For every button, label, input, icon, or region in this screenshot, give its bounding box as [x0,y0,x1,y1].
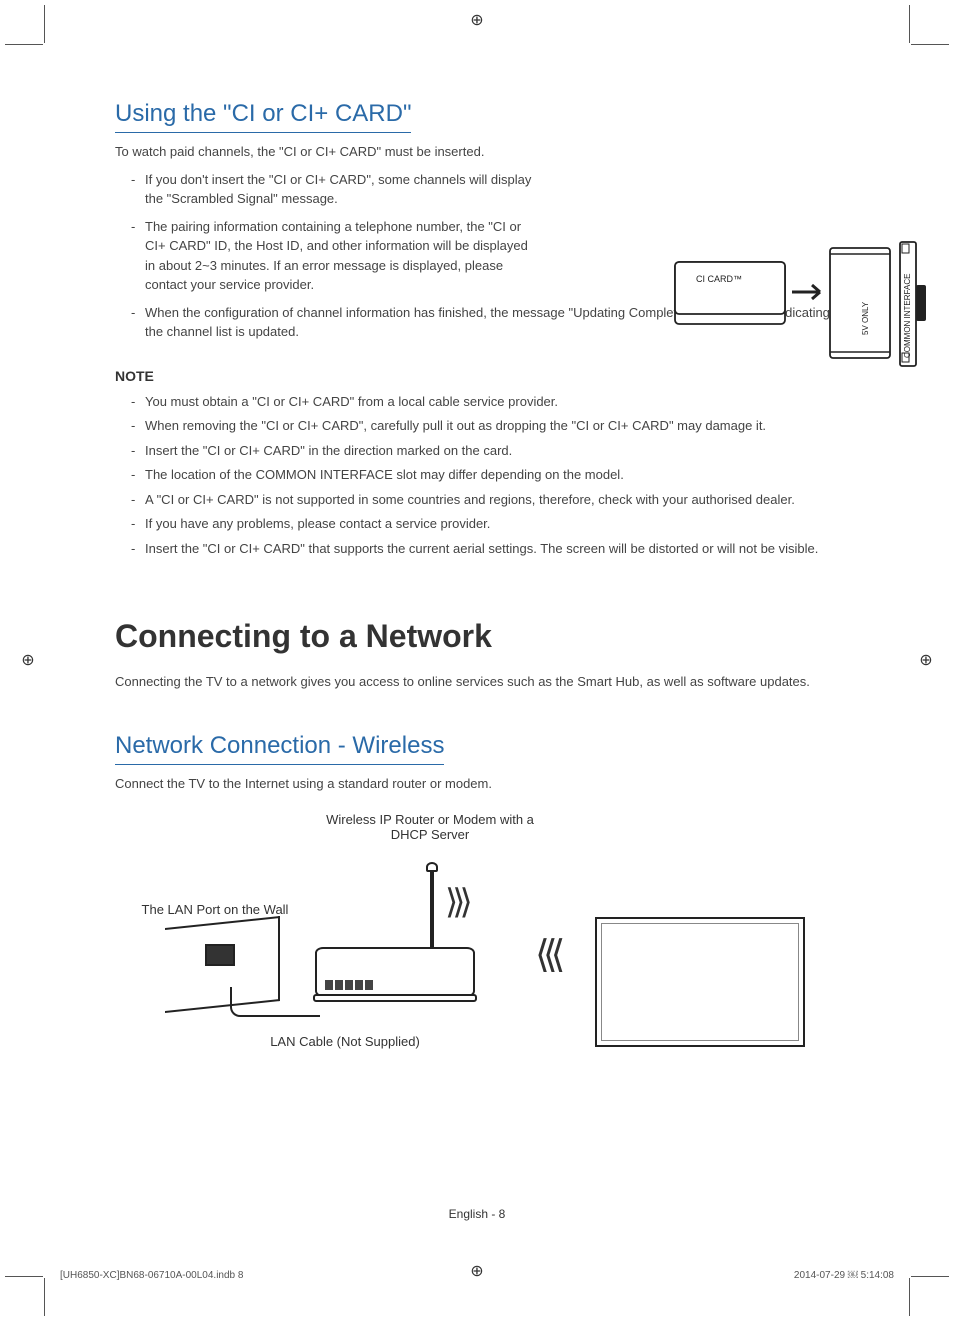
list-item: If you don't insert the "CI or CI+ CARD"… [131,170,535,209]
list-item: Insert the "CI or CI+ CARD" that support… [131,539,845,559]
crop-mark [5,44,43,45]
slot-common-interface-label: COMMON INTERFACE [903,274,912,358]
note-heading: NOTE [115,368,845,384]
ci-card-diagram: CI CARD™ 5V ONLY COMMON INTERFACE [670,240,954,370]
lan-port-wall-label: The LAN Port on the Wall [135,902,295,917]
lan-cable-icon [230,987,320,1017]
crop-mark [44,1278,45,1316]
list-item: A "CI or CI+ CARD" is not supported in s… [131,490,845,510]
section-heading-wireless: Network Connection - Wireless [115,732,444,765]
list-item: The location of the COMMON INTERFACE slo… [131,465,845,485]
list-item: If you have any problems, please contact… [131,514,845,534]
ci-card-label: CI CARD™ [696,274,742,284]
section2-intro: Connecting the TV to a network gives you… [115,673,845,692]
list-item: The pairing information containing a tel… [131,217,535,295]
lan-cable-label: LAN Cable (Not Supplied) [245,1034,445,1049]
ci-intro-bullets: If you don't insert the "CI or CI+ CARD"… [115,170,535,295]
list-item: You must obtain a "CI or CI+ CARD" from … [131,392,845,412]
print-file-label: [UH6850-XC]BN68-06710A-00L04.indb 8 [60,1270,243,1281]
print-footer: [UH6850-XC]BN68-06710A-00L04.indb 8 2014… [60,1270,894,1281]
tv-screen [601,923,799,1041]
wireless-signal-out-icon: ⟩⟩⟩ [445,882,467,922]
router-ports-icon [325,980,385,990]
router-label: Wireless IP Router or Modem with a DHCP … [315,812,545,842]
registration-mark-icon: ⊕ [918,650,934,666]
crop-mark [909,5,910,43]
page-content: Using the "CI or CI+ CARD" To watch paid… [115,100,845,1072]
slot-5v-label: 5V ONLY [861,301,870,335]
crop-mark [5,1276,43,1277]
crop-mark [909,1278,910,1316]
page-footer: English - 8 [0,1207,954,1221]
print-timestamp: 2014-07-29 ￼ 5:14:08 [794,1270,894,1281]
main-heading-connecting: Connecting to a Network [115,618,845,655]
wireless-connection-figure: Wireless IP Router or Modem with a DHCP … [115,812,845,1072]
crop-mark [911,44,949,45]
router-base-icon [313,994,477,1002]
crop-mark [44,5,45,43]
note-list: You must obtain a "CI or CI+ CARD" from … [115,392,845,559]
list-item: When removing the "CI or CI+ CARD", care… [131,416,845,436]
router-antenna-icon [430,867,434,953]
section-heading-ci-card: Using the "CI or CI+ CARD" [115,100,411,133]
registration-mark-icon: ⊕ [20,650,36,666]
router-antenna-tip-icon [426,862,438,872]
list-item: Insert the "CI or CI+ CARD" in the direc… [131,441,845,461]
section3-intro: Connect the TV to the Internet using a s… [115,775,845,794]
wireless-signal-in-icon: ⟨⟨⟨ [535,932,558,977]
crop-mark [911,1276,949,1277]
registration-mark-icon: ⊕ [469,10,485,26]
lan-port-icon [205,944,235,966]
intro-text: To watch paid channels, the "CI or CI+ C… [115,143,845,162]
